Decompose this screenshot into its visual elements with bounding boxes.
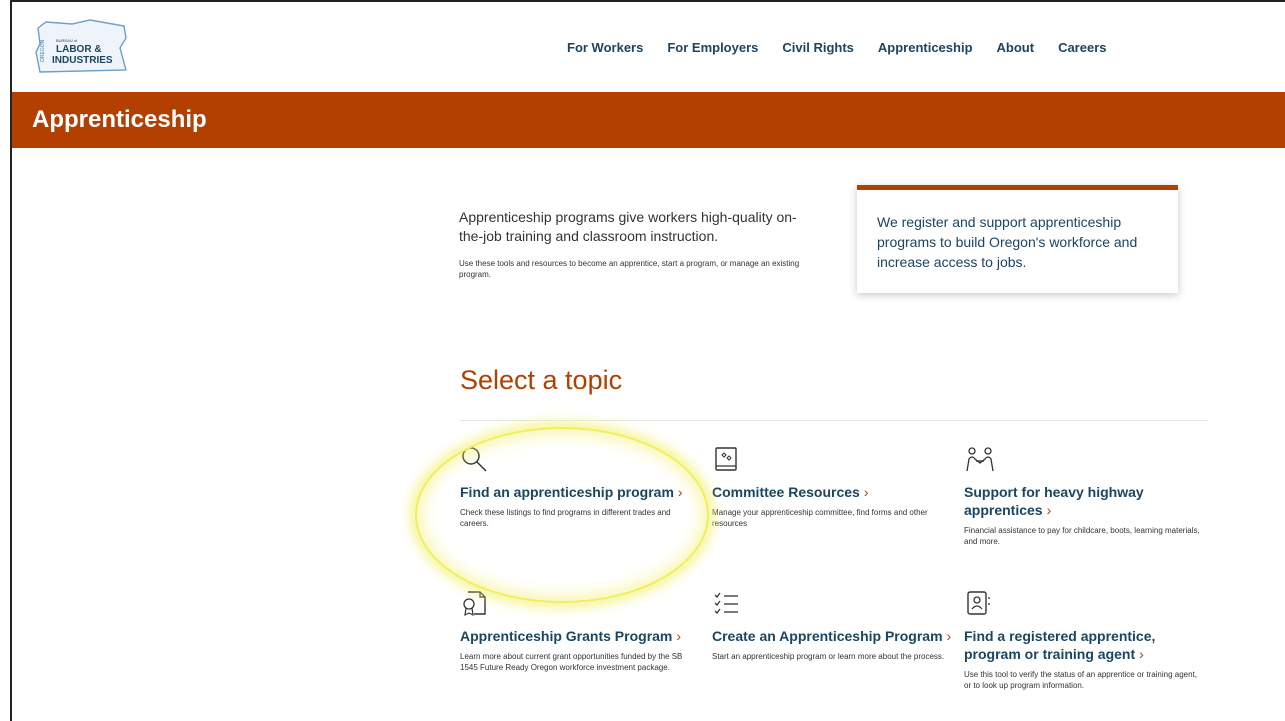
svg-text:LABOR &: LABOR &	[56, 44, 102, 55]
topic-desc: Check these listings to find programs in…	[460, 508, 671, 528]
contact-book-icon	[964, 589, 992, 617]
topic-desc: Financial assistance to pay for childcar…	[964, 526, 1200, 546]
topic-desc: Use this tool to verify the status of an…	[964, 670, 1198, 690]
page-title: Apprenticeship	[32, 106, 207, 133]
callout-text: We register and support apprenticeship p…	[877, 214, 1138, 270]
svg-text:OREGON: OREGON	[40, 39, 46, 62]
nav-apprenticeship[interactable]: Apprenticeship	[878, 40, 973, 55]
topic-card-find-apprentice: Find a registered apprentice, program or…	[964, 589, 1204, 691]
section-divider	[460, 420, 1208, 421]
nav-for-workers[interactable]: For Workers	[567, 40, 643, 55]
svg-text:INDUSTRIES: INDUSTRIES	[52, 55, 113, 66]
nav-for-employers[interactable]: For Employers	[667, 40, 758, 55]
topic-link-find-program[interactable]: Find an apprenticeship program ›	[460, 483, 700, 501]
mission-callout: We register and support apprenticeship p…	[857, 185, 1178, 293]
topic-card-heavy-highway: Support for heavy highway apprentices › F…	[964, 445, 1204, 547]
nav-civil-rights[interactable]: Civil Rights	[782, 40, 854, 55]
topic-desc: Start an apprenticeship program or learn…	[712, 652, 945, 661]
boli-logo[interactable]: OREGON BUREAU of LABOR & INDUSTRIES	[32, 18, 132, 76]
nav-about[interactable]: About	[997, 40, 1035, 55]
nav-careers[interactable]: Careers	[1058, 40, 1106, 55]
topic-desc: Learn more about current grant opportuni…	[460, 652, 683, 672]
topic-link-heavy-highway[interactable]: Support for heavy highway apprentices ›	[964, 483, 1204, 519]
search-icon	[460, 445, 488, 473]
topic-link-create-program[interactable]: Create an Apprenticeship Program ›	[712, 627, 952, 645]
certificate-icon	[460, 589, 488, 617]
checklist-icon	[712, 589, 740, 617]
topic-card-committee-resources: Committee Resources › Manage your apprent…	[712, 445, 952, 529]
page-frame: OREGON BUREAU of LABOR & INDUSTRIES For …	[10, 0, 1285, 721]
topic-desc: Manage your apprenticeship committee, fi…	[712, 508, 928, 528]
main-nav: For Workers For Employers Civil Rights A…	[567, 40, 1131, 55]
topic-link-find-apprentice[interactable]: Find a registered apprentice, program or…	[964, 627, 1204, 663]
select-topic-heading: Select a topic	[460, 365, 623, 395]
topic-card-grants-program: Apprenticeship Grants Program › Learn mor…	[460, 589, 700, 673]
intro-sub: Use these tools and resources to become …	[459, 259, 800, 279]
intro-lead: Apprenticeship programs give workers hig…	[459, 209, 797, 244]
page-banner: Apprenticeship	[12, 92, 1285, 148]
site-header: OREGON BUREAU of LABOR & INDUSTRIES For …	[12, 2, 1285, 90]
intro-text: Apprenticeship programs give workers hig…	[459, 208, 819, 280]
topic-link-committee-resources[interactable]: Committee Resources ›	[712, 483, 952, 501]
topic-card-create-program: Create an Apprenticeship Program › Start …	[712, 589, 952, 662]
topic-card-find-program: Find an apprenticeship program › Check th…	[460, 445, 700, 529]
topic-link-grants-program[interactable]: Apprenticeship Grants Program ›	[460, 627, 700, 645]
svg-text:BUREAU of: BUREAU of	[56, 38, 78, 43]
people-icon	[964, 445, 994, 473]
book-icon	[712, 445, 740, 473]
